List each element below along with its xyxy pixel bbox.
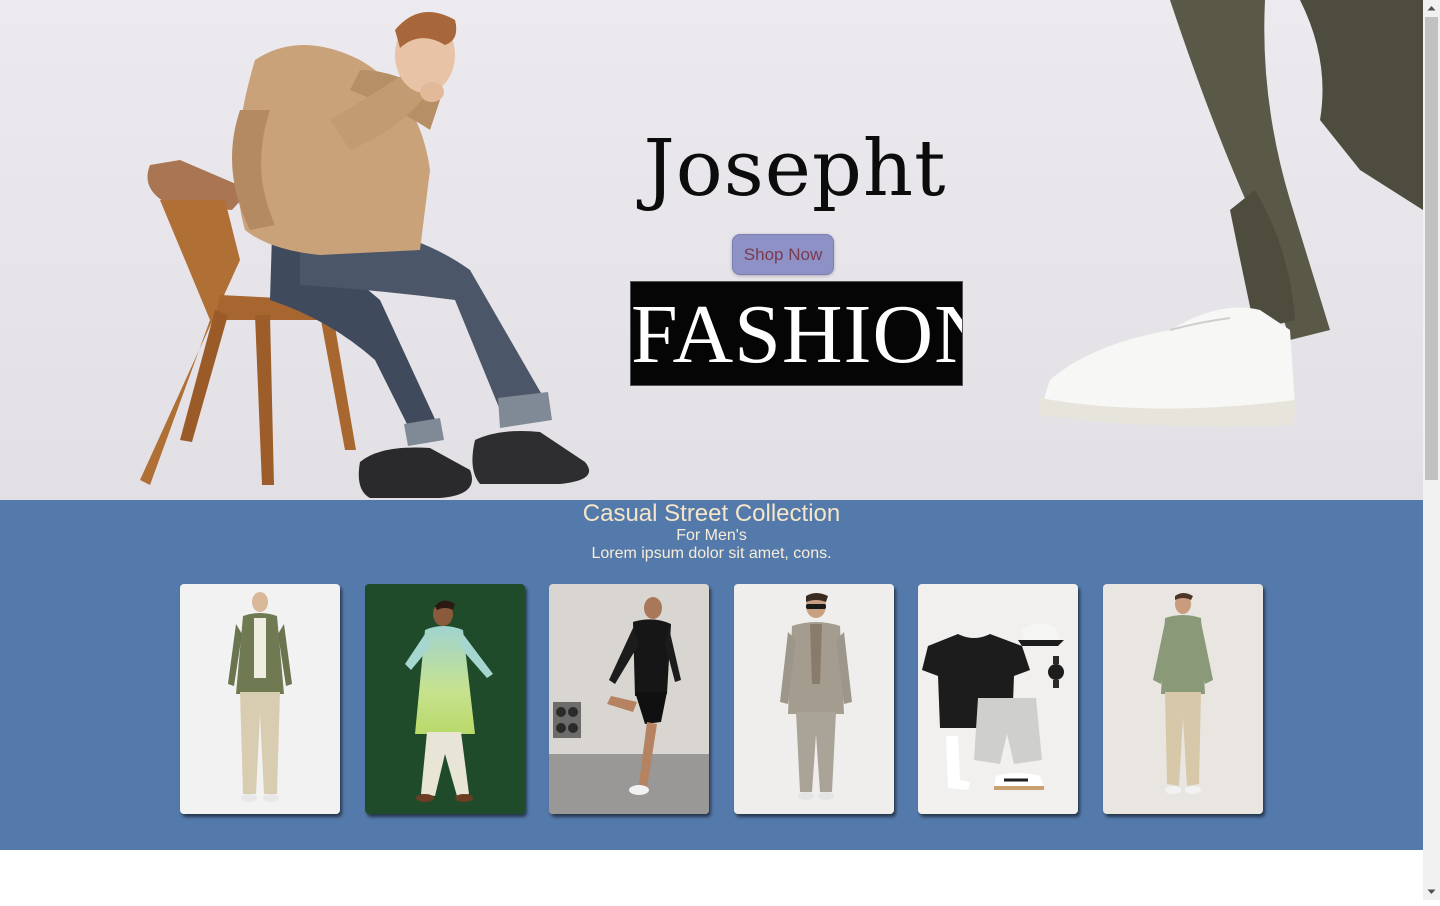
hero-model-sneaker-image [1040, 0, 1423, 428]
scroll-down-arrow-icon[interactable] [1423, 883, 1440, 900]
olive-jacket-outfit-image [180, 584, 340, 814]
product-card-olive-jacket[interactable] [180, 584, 340, 814]
scrollbar-thumb[interactable] [1425, 17, 1438, 480]
collection-subtitle: For Men's [676, 527, 747, 544]
vertical-scrollbar[interactable] [1423, 0, 1440, 900]
hero-banner: Josepht Shop Now FASHION [0, 0, 1423, 500]
product-card-grey-suit[interactable] [734, 584, 894, 814]
collection-section: Casual Street Collection For Men's Lorem… [0, 500, 1423, 850]
ombre-kurta-outfit-image [365, 584, 525, 814]
product-card-ombre-kurta[interactable] [365, 584, 525, 814]
brand-name: Josepht [643, 124, 947, 214]
sage-shirt-outfit-image [1103, 584, 1263, 814]
collection-title: Casual Street Collection [582, 500, 841, 527]
collection-description: Lorem ipsum dolor sit amet, cons. [591, 545, 832, 562]
product-card-flatlay[interactable] [918, 584, 1078, 814]
hero-model-seated-image [140, 12, 590, 498]
tee-shorts-flatlay-image [918, 584, 1078, 814]
product-card-activewear[interactable] [549, 584, 709, 814]
fashion-logo: FASHION [630, 281, 963, 386]
product-card-sage-shirt[interactable] [1103, 584, 1263, 814]
scroll-up-arrow-icon[interactable] [1423, 0, 1440, 17]
black-activewear-outfit-image [549, 584, 709, 814]
grey-suit-outfit-image [734, 584, 894, 814]
shop-now-button[interactable]: Shop Now [732, 234, 834, 275]
page: Josepht Shop Now FASHION Casual Street C… [0, 0, 1423, 900]
